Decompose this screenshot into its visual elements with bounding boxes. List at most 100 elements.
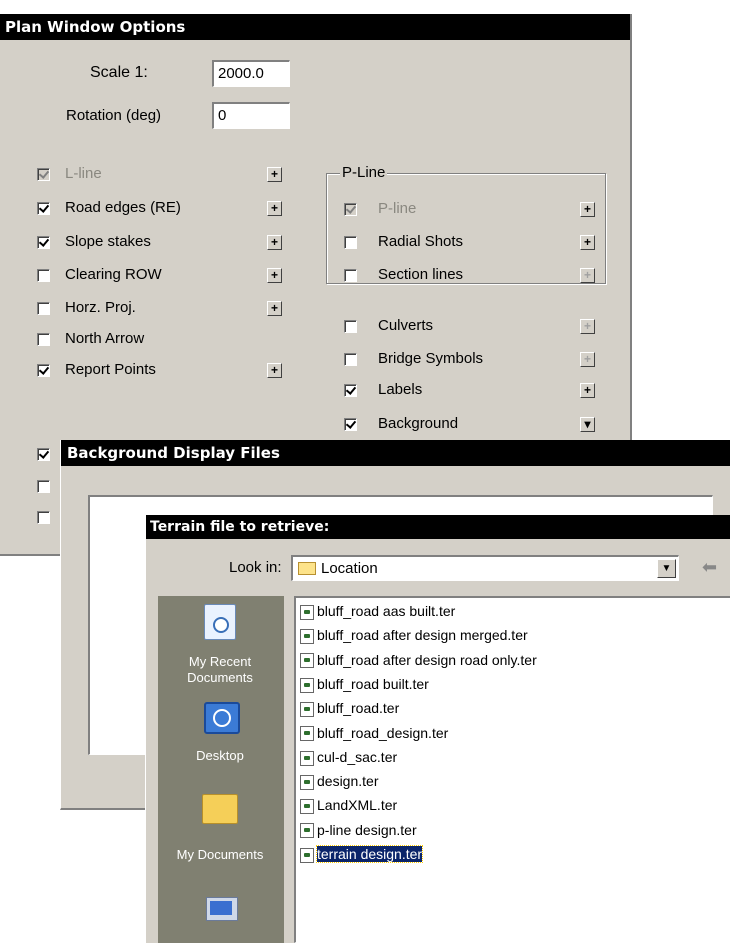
file-item[interactable]: design.ter bbox=[300, 770, 378, 792]
pline-expand-button-radial-shots[interactable]: + bbox=[580, 235, 595, 250]
file-name: design.ter bbox=[317, 773, 379, 790]
look-in-label: Look in: bbox=[229, 559, 282, 576]
right-expand-button-culverts[interactable]: + bbox=[580, 319, 595, 334]
left-checkbox-l-line[interactable] bbox=[37, 168, 50, 181]
left-label-road-edges-re: Road edges (RE) bbox=[65, 199, 181, 216]
place-my-documents[interactable]: My Documents bbox=[158, 847, 282, 863]
terrain-file-icon bbox=[300, 750, 314, 766]
look-in-value: Location bbox=[321, 560, 378, 577]
left-checkbox-slope-stakes[interactable] bbox=[37, 236, 50, 249]
file-name: bluff_road after design merged.ter bbox=[317, 627, 528, 644]
pline-group-title: P-Line bbox=[340, 164, 388, 181]
rotation-value: 0 bbox=[218, 107, 227, 124]
terrain-dialog-title: Terrain file to retrieve: bbox=[146, 515, 730, 539]
pline-expand-button-section-lines[interactable]: + bbox=[580, 268, 595, 283]
file-item[interactable]: p-line design.ter bbox=[300, 819, 417, 841]
recent-documents-icon[interactable] bbox=[204, 604, 236, 640]
file-item[interactable]: bluff_road built.ter bbox=[300, 673, 429, 695]
right-expand-button-bridge-symbols[interactable]: + bbox=[580, 352, 595, 367]
look-in-select[interactable]: Location ▼ bbox=[291, 555, 679, 581]
computer-icon[interactable] bbox=[206, 897, 238, 921]
desktop-icon[interactable] bbox=[204, 702, 240, 734]
pline-label-radial-shots: Radial Shots bbox=[378, 233, 464, 250]
right-checkbox-culverts[interactable] bbox=[344, 320, 357, 333]
pline-checkbox-p-line[interactable] bbox=[344, 203, 357, 216]
back-arrow-icon[interactable]: ⬅ bbox=[702, 557, 717, 578]
extra-checkbox-2[interactable] bbox=[37, 480, 50, 493]
file-item[interactable]: bluff_road after design road only.ter bbox=[300, 649, 537, 671]
terrain-file-icon bbox=[300, 726, 314, 742]
file-name: bluff_road built.ter bbox=[317, 675, 429, 692]
scale-value: 2000.0 bbox=[218, 65, 264, 82]
file-name: bluff_road_design.ter bbox=[317, 724, 449, 741]
pline-group bbox=[326, 173, 606, 284]
file-item[interactable]: cul-d_sac.ter bbox=[300, 746, 397, 768]
left-checkbox-horz-proj[interactable] bbox=[37, 302, 50, 315]
right-expand-button-background[interactable]: ▾ bbox=[580, 417, 595, 432]
terrain-file-icon bbox=[300, 604, 314, 620]
pline-checkbox-section-lines[interactable] bbox=[344, 269, 357, 282]
left-checkbox-report-points[interactable] bbox=[37, 364, 50, 377]
right-label-bridge-symbols: Bridge Symbols bbox=[378, 350, 484, 367]
file-name: LandXML.ter bbox=[317, 797, 398, 814]
pline-label-section-lines: Section lines bbox=[378, 266, 464, 283]
left-checkbox-clearing-row[interactable] bbox=[37, 269, 50, 282]
left-expand-button-report-points[interactable]: + bbox=[267, 363, 282, 378]
my-documents-icon[interactable] bbox=[202, 794, 238, 824]
file-name: p-line design.ter bbox=[317, 821, 417, 838]
left-label-l-line: L-line bbox=[65, 165, 102, 182]
file-name: bluff_road after design road only.ter bbox=[317, 651, 537, 668]
pline-checkbox-radial-shots[interactable] bbox=[344, 236, 357, 249]
left-checkbox-road-edges-re[interactable] bbox=[37, 202, 50, 215]
right-label-culverts: Culverts bbox=[378, 317, 434, 334]
plan-window-title: Plan Window Options bbox=[0, 14, 630, 40]
right-expand-button-labels[interactable]: + bbox=[580, 383, 595, 398]
file-item[interactable]: bluff_road.ter bbox=[300, 697, 399, 719]
terrain-file-icon bbox=[300, 799, 314, 815]
pline-label-p-line: P-line bbox=[378, 200, 417, 217]
file-item[interactable]: terrain design.ter bbox=[300, 843, 424, 865]
folder-icon bbox=[298, 562, 316, 575]
left-label-report-points: Report Points bbox=[65, 361, 156, 378]
file-name: terrain design.ter bbox=[315, 845, 424, 863]
terrain-file-icon bbox=[300, 774, 314, 790]
scale-label: Scale 1: bbox=[90, 64, 148, 81]
rotation-input[interactable]: 0 bbox=[212, 102, 290, 129]
extra-checkbox-3[interactable] bbox=[37, 511, 50, 524]
left-checkbox-north-arrow[interactable] bbox=[37, 333, 50, 346]
right-label-background: Background bbox=[378, 415, 459, 432]
terrain-file-dialog: Terrain file to retrieve: Look in: Locat… bbox=[145, 515, 730, 943]
file-item[interactable]: LandXML.ter bbox=[300, 794, 397, 816]
chevron-down-icon[interactable]: ▼ bbox=[657, 559, 676, 578]
file-item[interactable]: bluff_road_design.ter bbox=[300, 722, 448, 744]
scale-input[interactable]: 2000.0 bbox=[212, 60, 290, 87]
file-name: cul-d_sac.ter bbox=[317, 748, 398, 765]
right-checkbox-background[interactable] bbox=[344, 418, 357, 431]
place-recent-documents[interactable]: My Recent Documents bbox=[158, 654, 282, 686]
left-expand-button-horz-proj[interactable]: + bbox=[267, 301, 282, 316]
terrain-file-icon bbox=[300, 677, 314, 693]
file-item[interactable]: bluff_road after design merged.ter bbox=[300, 624, 528, 646]
file-name: bluff_road aas built.ter bbox=[317, 603, 456, 619]
right-checkbox-labels[interactable] bbox=[344, 384, 357, 397]
left-label-slope-stakes: Slope stakes bbox=[65, 233, 151, 250]
extra-checkbox-1[interactable] bbox=[37, 448, 50, 461]
pline-expand-button-p-line[interactable]: + bbox=[580, 202, 595, 217]
left-label-horz-proj: Horz. Proj. bbox=[65, 299, 136, 316]
terrain-file-icon bbox=[300, 847, 314, 863]
left-expand-button-l-line[interactable]: + bbox=[267, 167, 282, 182]
right-checkbox-bridge-symbols[interactable] bbox=[344, 353, 357, 366]
terrain-file-icon bbox=[300, 629, 314, 645]
left-expand-button-road-edges-re[interactable]: + bbox=[267, 201, 282, 216]
terrain-file-icon bbox=[300, 823, 314, 839]
left-label-clearing-row: Clearing ROW bbox=[65, 266, 162, 283]
left-expand-button-clearing-row[interactable]: + bbox=[267, 268, 282, 283]
file-item[interactable]: bluff_road aas built.ter bbox=[300, 600, 455, 622]
file-name: bluff_road.ter bbox=[317, 700, 400, 717]
right-label-labels: Labels bbox=[378, 381, 423, 398]
place-desktop[interactable]: Desktop bbox=[158, 748, 282, 764]
terrain-file-icon bbox=[300, 653, 314, 669]
left-expand-button-slope-stakes[interactable]: + bbox=[267, 235, 282, 250]
file-list[interactable]: bluff_road aas built.ter bluff_road after… bbox=[294, 596, 730, 943]
places-bar: My Recent Documents Desktop My Documents bbox=[158, 596, 284, 943]
